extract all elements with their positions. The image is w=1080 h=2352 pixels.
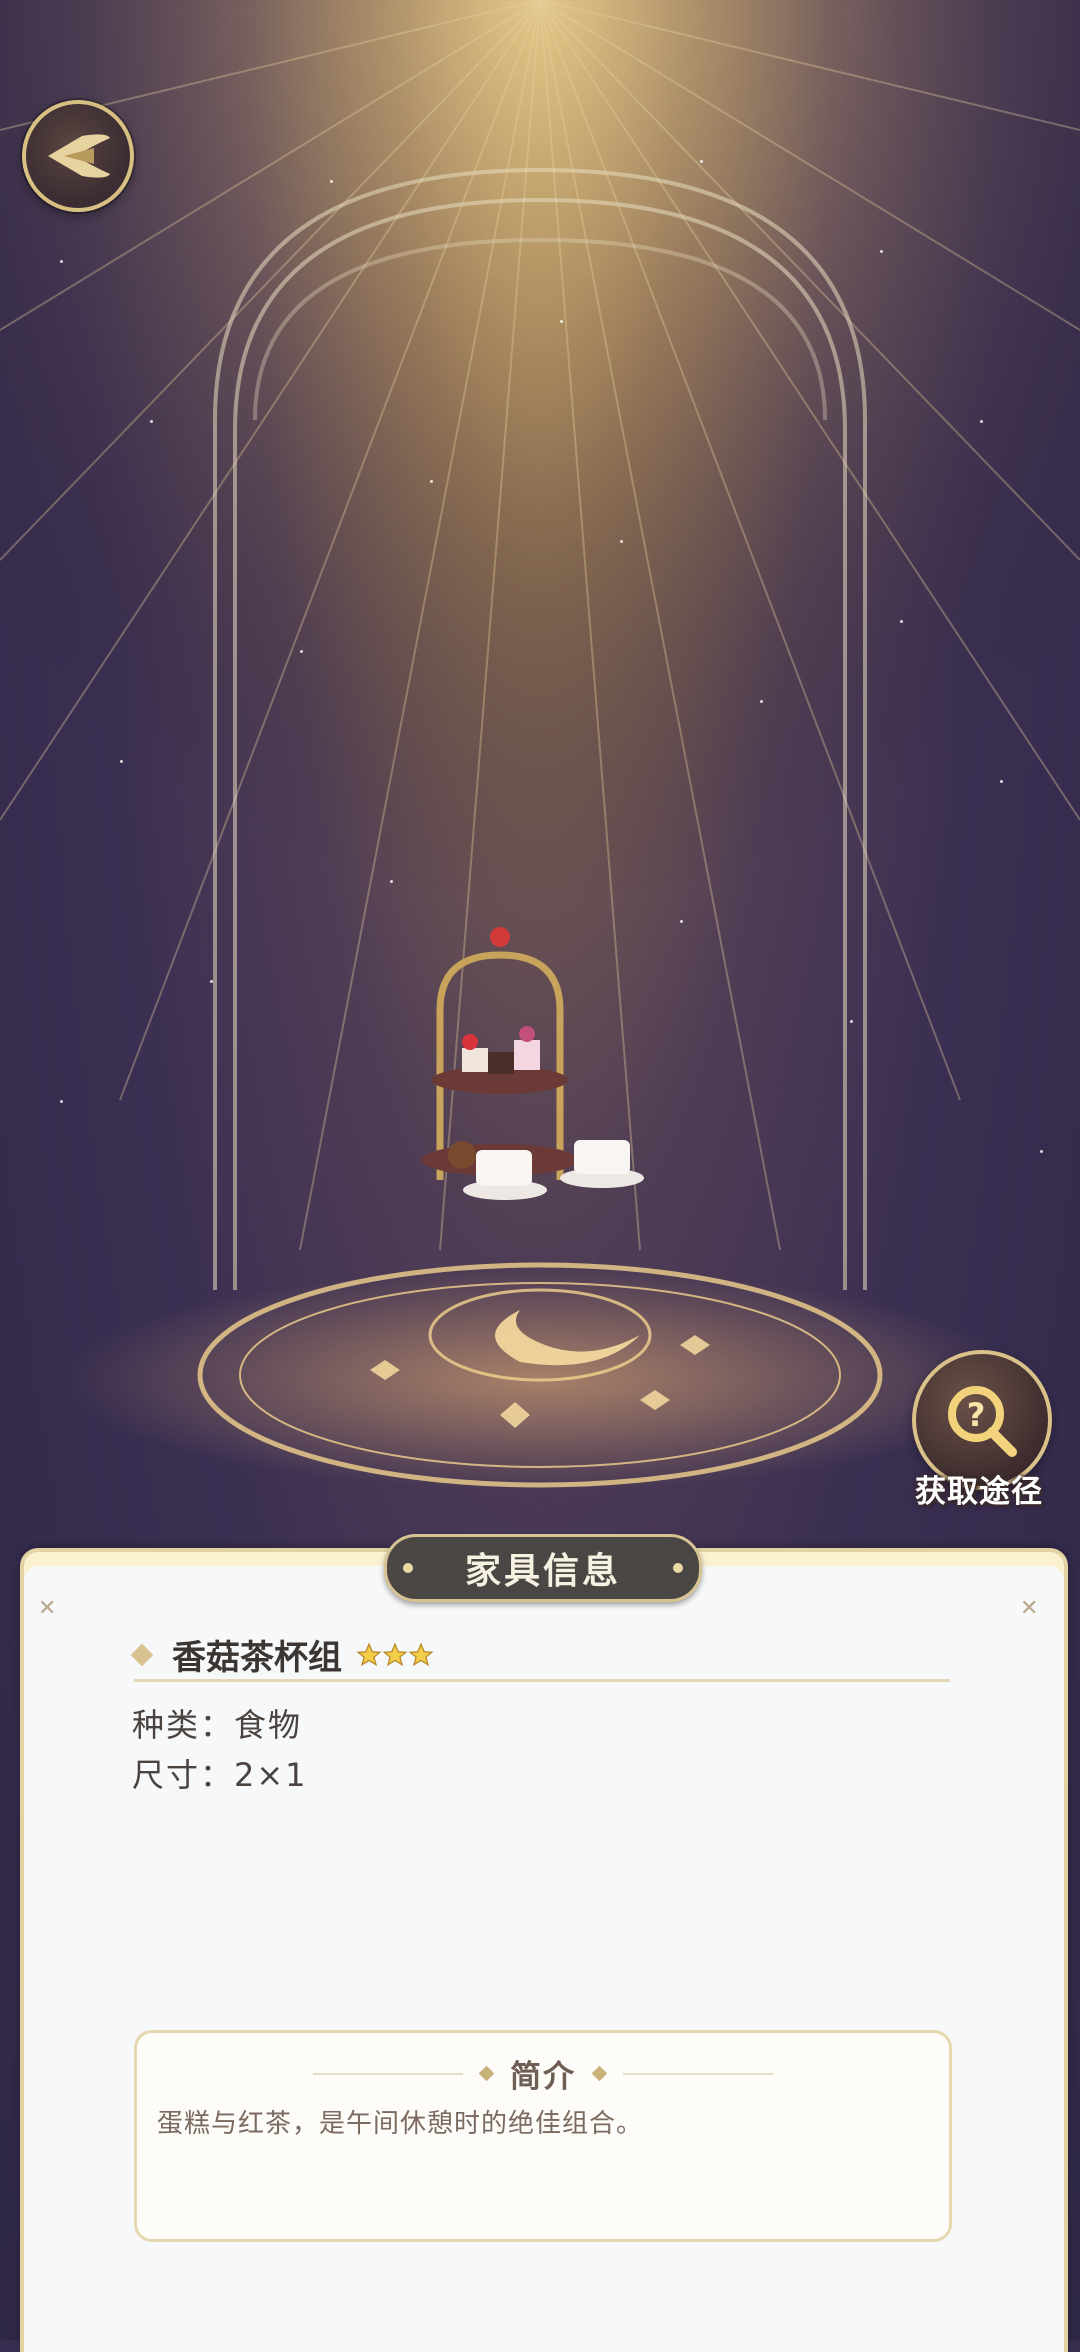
item-size: 尺寸：2×1 xyxy=(132,1756,308,1794)
light-rays xyxy=(0,0,1080,1490)
tab-dot-right xyxy=(673,1563,683,1573)
tab-dot-left xyxy=(403,1563,413,1573)
acquisition-source-label: 获取途径 xyxy=(915,1474,1043,1510)
intro-title: 简介 xyxy=(510,2059,576,2095)
panel-title-tab: 家具信息 xyxy=(384,1534,702,1602)
corner-ornament-right: ✕ xyxy=(1020,1596,1039,1621)
star-rating xyxy=(356,1642,434,1668)
acquisition-source-button[interactable]: ? 获取途径 xyxy=(906,1350,1052,1510)
star-icon xyxy=(356,1642,382,1666)
back-button[interactable] xyxy=(22,100,134,212)
intro-description: 蛋糕与红茶，是午间休憩时的绝佳组合。 xyxy=(157,2109,644,2139)
item-name: 香菇茶杯组 xyxy=(172,1638,342,1678)
svg-text:?: ? xyxy=(967,1396,986,1434)
intro-title-row: 简介 xyxy=(137,2051,949,2096)
intro-divider-right xyxy=(623,2072,773,2075)
wing-arrow-left-icon xyxy=(48,134,110,178)
diamond-icon xyxy=(478,2065,495,2082)
star-icon xyxy=(408,1642,434,1666)
corner-ornament-left: ✕ xyxy=(38,1596,57,1621)
intro-box: 简介 蛋糕与红茶，是午间休憩时的绝佳组合。 xyxy=(134,2030,952,2242)
item-header-divider xyxy=(134,1679,950,1682)
intro-divider-left xyxy=(313,2072,463,2075)
item-category: 种类：食物 xyxy=(132,1706,303,1744)
item-header: 香菇茶杯组 xyxy=(130,1630,434,1679)
furniture-preview-scene xyxy=(0,0,1080,1560)
diamond-bullet-icon xyxy=(130,1643,154,1666)
magnifier-question-icon: ? xyxy=(948,1386,1017,1457)
panel-title: 家具信息 xyxy=(464,1551,621,1592)
diamond-icon xyxy=(591,2065,608,2082)
star-icon xyxy=(382,1642,408,1666)
